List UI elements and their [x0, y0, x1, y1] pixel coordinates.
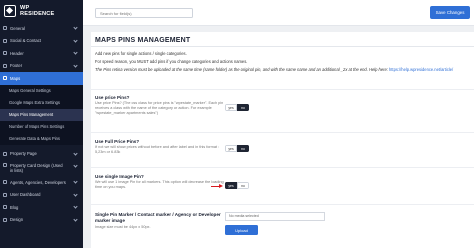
chevron-down-icon	[73, 37, 78, 43]
save-changes-button[interactable]: Save Changes	[430, 6, 470, 19]
sidebar-item-header[interactable]: Header	[0, 47, 83, 60]
sidebar: WP RESIDENCE General Social & Contact He…	[0, 0, 83, 248]
sidebar-item-footer[interactable]: Footer	[0, 60, 83, 73]
yes-option[interactable]: yes	[225, 104, 237, 111]
main-area: Save Changes MAPS PINS MANAGEMENT Add ne…	[83, 0, 474, 248]
help-link[interactable]: https://help.wpresidence.net/article/	[389, 67, 453, 72]
full-price-pins-toggle: yes no	[225, 145, 249, 152]
setting-title: Use price Pins?	[95, 95, 130, 100]
sidebar-item-label: Header	[10, 50, 24, 56]
setting-price-pins: Use price Pins? Use price Pins? (The css…	[95, 95, 470, 117]
setting-single-image-pin: Use single Image Pin? We will use 1 imag…	[95, 174, 470, 190]
design-icon	[3, 217, 7, 222]
sidebar-item-label: User Dashboard	[10, 192, 41, 198]
sidebar-item-label: Property Page	[10, 151, 37, 157]
settings-panel: MAPS PINS MANAGEMENT Add new pins for si…	[91, 32, 474, 248]
no-option[interactable]: no	[237, 145, 249, 152]
sidebar-item-label: Property Card Design (Used in lists)	[10, 163, 63, 173]
submenu-item-number-of-pins[interactable]: Number of Maps Pins Settings	[0, 121, 83, 133]
no-option[interactable]: no	[237, 182, 249, 189]
search-input[interactable]	[95, 8, 193, 18]
footer-icon	[3, 63, 7, 68]
map-icon	[3, 76, 7, 81]
chevron-down-icon	[73, 50, 78, 55]
sidebar-item-user-dashboard[interactable]: User Dashboard	[0, 189, 83, 202]
chevron-down-icon	[73, 150, 78, 156]
setting-full-price-pins: Use Full Price Pins? If not we will show…	[95, 139, 470, 155]
sidebar-item-label: Footer	[10, 63, 23, 69]
submenu-item-maps-general[interactable]: Maps General Settings	[0, 85, 83, 97]
divider	[91, 132, 474, 133]
chevron-down-icon	[73, 204, 78, 209]
chevron-down-icon	[73, 179, 78, 184]
sidebar-item-property-card-design[interactable]: Property Card Design (Used in lists)	[0, 160, 83, 176]
sidebar-item-general[interactable]: General	[0, 22, 83, 35]
chevron-down-icon	[73, 25, 78, 30]
maps-submenu: Maps General Settings Google Maps Extra …	[0, 84, 83, 145]
social-icon	[3, 38, 7, 43]
yes-option[interactable]: yes	[225, 182, 237, 189]
red-arrow-icon	[211, 184, 223, 188]
setting-description: Image size must be 44px x 50px.	[95, 225, 151, 229]
property-page-icon	[3, 151, 7, 156]
page-title: MAPS PINS MANAGEMENT	[95, 37, 191, 44]
sidebar-item-maps[interactable]: Maps	[0, 72, 83, 85]
dashboard-icon	[3, 192, 7, 197]
sidebar-item-label: Social & Contact	[10, 38, 41, 44]
sidebar-item-social-contact[interactable]: Social & Contact	[0, 35, 83, 48]
sidebar-item-label: Agents, Agencies, Developers	[10, 179, 66, 185]
divider	[91, 204, 474, 205]
price-pins-toggle: yes no	[225, 104, 249, 111]
chevron-down-icon	[73, 163, 78, 168]
chevron-down-icon	[73, 191, 78, 197]
chevron-down-icon	[73, 62, 78, 68]
blog-icon	[3, 205, 7, 210]
submenu-item-generate-data[interactable]: Generate Data & Maps Pins	[0, 133, 83, 145]
intro-text: Add new pins for single actions / single…	[95, 50, 470, 74]
sidebar-item-label: Design	[10, 217, 24, 223]
header-icon	[3, 51, 7, 56]
media-url-field[interactable]: No media selected	[225, 212, 325, 221]
submenu-item-maps-pins-management[interactable]: Maps Pins Management	[0, 108, 83, 121]
chevron-down-icon	[73, 216, 78, 222]
intro-line-3: The Pins retina version must be uploaded…	[95, 67, 388, 72]
logo-mark-icon	[4, 5, 16, 17]
sidebar-item-agents[interactable]: Agents, Agencies, Developers	[0, 176, 83, 189]
brand-line-2: RESIDENCE	[20, 11, 55, 17]
single-image-pin-toggle: yes no	[225, 182, 249, 189]
sidebar-item-property-page[interactable]: Property Page	[0, 148, 83, 161]
setting-description: Use price Pins? (The css class for price…	[95, 101, 224, 116]
divider	[91, 46, 474, 47]
intro-line-1: Add new pins for single actions / single…	[95, 51, 187, 56]
divider	[91, 167, 474, 168]
yes-option[interactable]: yes	[225, 145, 237, 152]
sidebar-item-design[interactable]: Design	[0, 214, 83, 227]
setting-description: We will use 1 image Pin for all markers.…	[95, 180, 224, 190]
setting-title: Use Full Price Pins?	[95, 139, 140, 144]
sidebar-item-label: Blog	[10, 204, 19, 210]
submenu-item-google-maps-extra[interactable]: Google Maps Extra Settings	[0, 97, 83, 109]
property-card-icon	[3, 163, 7, 167]
top-bar: Save Changes	[83, 0, 474, 26]
agents-icon	[3, 180, 7, 185]
setting-description: If not we will show prices without befor…	[95, 145, 220, 155]
divider	[91, 89, 474, 90]
general-icon	[3, 26, 7, 31]
setting-title: Single Pin Marker / Contact marker / Age…	[95, 212, 221, 223]
brand-logo[interactable]: WP RESIDENCE	[0, 0, 83, 22]
sidebar-item-blog[interactable]: Blog	[0, 201, 83, 214]
upload-button[interactable]: Upload	[225, 225, 258, 235]
intro-line-2: For speed reason, you MUST add pins if y…	[95, 59, 248, 64]
sidebar-item-label: General	[10, 25, 25, 31]
no-option[interactable]: no	[237, 104, 249, 111]
setting-title: Use single Image Pin?	[95, 174, 144, 179]
sidebar-item-label: Maps	[10, 75, 21, 81]
